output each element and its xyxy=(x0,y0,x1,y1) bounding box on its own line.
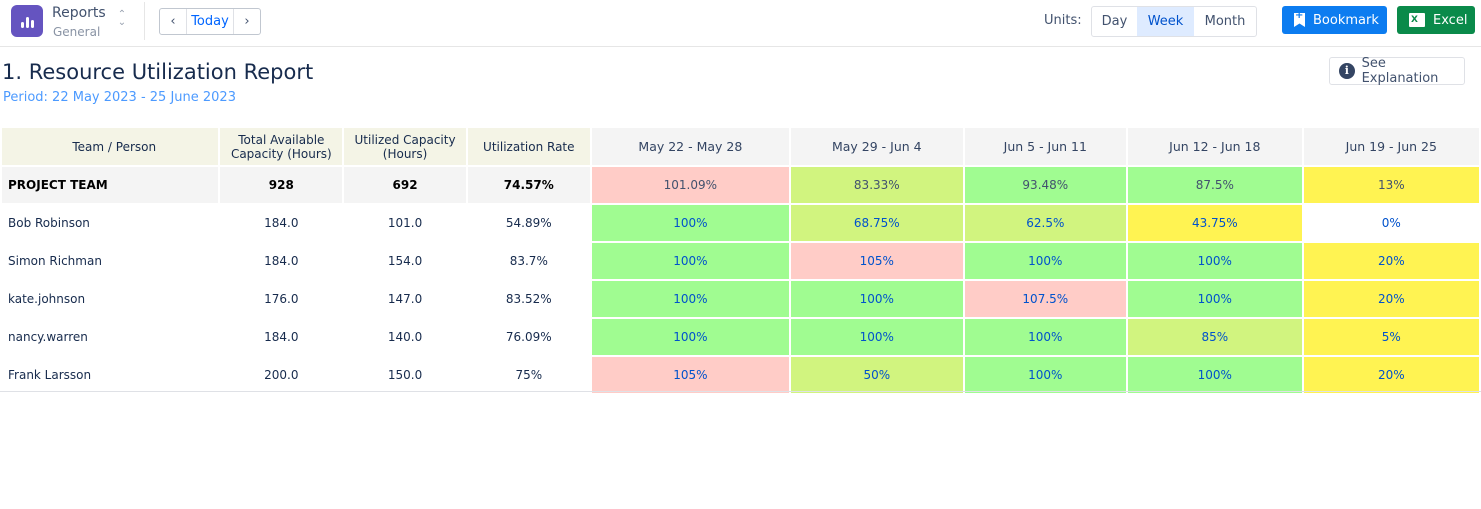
row-name: Simon Richman xyxy=(8,254,102,268)
header-team-person[interactable]: Team / Person xyxy=(2,128,219,165)
units-selector: Day Week Month xyxy=(1091,6,1257,37)
week-utilization-cell[interactable]: 62.5% xyxy=(964,205,1127,241)
week-utilization-cell[interactable]: 100% xyxy=(791,281,963,317)
utilization-rate: 76.09% xyxy=(505,330,552,344)
utilization-rate: 54.89% xyxy=(505,216,552,230)
see-explanation-button[interactable]: i See Explanation xyxy=(1329,56,1465,86)
total-capacity: 176.0 xyxy=(264,292,299,306)
total-capacity: 200.0 xyxy=(264,368,299,382)
week-utilization-cell[interactable]: 100% xyxy=(791,319,963,355)
week-utilization-cell[interactable]: 5% xyxy=(1303,319,1479,355)
week-utilization-cell[interactable]: 101.09% xyxy=(591,167,790,203)
utilized-capacity: 140.0 xyxy=(387,330,423,344)
utilized-capacity: 150.0 xyxy=(387,368,423,382)
table-header-row: Team / Person Total Available Capacity (… xyxy=(2,128,1479,165)
week-utilization-cell[interactable]: 107.5% xyxy=(964,281,1127,317)
week-utilization-cell[interactable]: 20% xyxy=(1303,357,1479,393)
table-bottom-border xyxy=(0,391,1481,392)
week-utilization-cell[interactable]: 100% xyxy=(591,281,790,317)
week-utilization-cell[interactable]: 0% xyxy=(1303,205,1479,241)
units-week-button[interactable]: Week xyxy=(1137,7,1194,36)
week-utilization-cell[interactable]: 87.5% xyxy=(1128,167,1302,203)
utilized-capacity: 101.0 xyxy=(387,216,423,230)
person-row: nancy.warren 184.0 140.0 76.09% 100% 100% 100%… xyxy=(2,319,1479,355)
week-utilization-cell[interactable]: 83.33% xyxy=(791,167,963,203)
header-utilization-rate[interactable]: Utilization Rate xyxy=(467,128,590,165)
today-button[interactable]: Today xyxy=(186,9,234,34)
week-utilization-cell[interactable]: 100% xyxy=(1128,281,1302,317)
bookmark-label: Bookmark xyxy=(1313,12,1379,28)
week-utilization-cell[interactable]: 20% xyxy=(1303,243,1479,279)
excel-icon: X xyxy=(1409,13,1425,27)
bar-chart-icon[interactable] xyxy=(11,5,43,37)
week-utilization-cell[interactable]: 68.75% xyxy=(791,205,963,241)
header-week[interactable]: May 22 - May 28 xyxy=(591,128,790,165)
header-week[interactable]: Jun 19 - Jun 25 xyxy=(1303,128,1479,165)
row-name: Frank Larsson xyxy=(8,368,92,382)
utilization-rate: 83.7% xyxy=(509,254,548,268)
header-week[interactable]: Jun 5 - Jun 11 xyxy=(964,128,1127,165)
chevron-left-icon[interactable]: ‹ xyxy=(160,9,186,34)
utilization-table: Team / Person Total Available Capacity (… xyxy=(0,126,1481,395)
utilization-rate: 74.57% xyxy=(467,167,590,203)
utilized-capacity: 154.0 xyxy=(387,254,423,268)
excel-label: Excel xyxy=(1433,12,1468,28)
week-utilization-cell[interactable]: 100% xyxy=(591,205,790,241)
row-name: Bob Robinson xyxy=(8,216,90,230)
person-row: kate.johnson 176.0 147.0 83.52% 100% 100% 107.… xyxy=(2,281,1479,317)
week-utilization-cell[interactable]: 20% xyxy=(1303,281,1479,317)
total-capacity: 184.0 xyxy=(264,254,299,268)
week-utilization-cell[interactable]: 93.48% xyxy=(964,167,1127,203)
week-utilization-cell[interactable]: 100% xyxy=(964,243,1127,279)
info-icon: i xyxy=(1339,63,1355,79)
week-utilization-cell[interactable]: 105% xyxy=(591,357,790,393)
report-period: Period: 22 May 2023 - 25 June 2023 xyxy=(3,90,236,105)
week-utilization-cell[interactable]: 85% xyxy=(1128,319,1302,355)
week-utilization-cell[interactable]: 43.75% xyxy=(1128,205,1302,241)
excel-export-button[interactable]: X Excel xyxy=(1397,6,1475,34)
report-title: 1. Resource Utilization Report xyxy=(2,60,314,84)
week-utilization-cell[interactable]: 100% xyxy=(591,243,790,279)
utilization-rate: 83.52% xyxy=(505,292,552,306)
bookmark-icon xyxy=(1294,13,1305,27)
date-navigation: ‹ Today › xyxy=(159,8,261,35)
bookmark-button[interactable]: Bookmark xyxy=(1282,6,1387,34)
team-row: PROJECT TEAM 928 692 74.57% 101.09% 83.33% 93.… xyxy=(2,167,1479,203)
week-utilization-cell[interactable]: 13% xyxy=(1303,167,1479,203)
total-capacity: 928 xyxy=(220,167,343,203)
utilized-capacity: 692 xyxy=(344,167,466,203)
header-total-capacity[interactable]: Total Available Capacity (Hours) xyxy=(220,128,343,165)
week-utilization-cell[interactable]: 105% xyxy=(791,243,963,279)
app-subtitle: General xyxy=(53,25,101,39)
units-label: Units: xyxy=(1044,13,1082,28)
app-name[interactable]: Reports xyxy=(52,5,106,21)
row-name: nancy.warren xyxy=(8,330,88,344)
week-utilization-cell[interactable]: 100% xyxy=(964,319,1127,355)
row-name: PROJECT TEAM xyxy=(2,167,219,203)
person-row: Frank Larsson 200.0 150.0 75% 105% 50% 100% 100… xyxy=(2,357,1479,393)
chevron-up-down-icon[interactable]: ⌃ ⌄ xyxy=(116,10,128,31)
see-explanation-label: See Explanation xyxy=(1361,56,1439,86)
units-day-button[interactable]: Day xyxy=(1092,7,1137,36)
header-week[interactable]: Jun 12 - Jun 18 xyxy=(1128,128,1302,165)
chevron-right-icon[interactable]: › xyxy=(234,9,260,34)
total-capacity: 184.0 xyxy=(264,216,299,230)
row-name: kate.johnson xyxy=(8,292,86,306)
units-month-button[interactable]: Month xyxy=(1194,7,1256,36)
divider xyxy=(144,2,145,40)
header-utilized-capacity[interactable]: Utilized Capacity (Hours) xyxy=(344,128,466,165)
header-week[interactable]: May 29 - Jun 4 xyxy=(791,128,963,165)
utilization-rate: 75% xyxy=(515,368,543,382)
person-row: Simon Richman 184.0 154.0 83.7% 100% 105% 100%… xyxy=(2,243,1479,279)
person-row: Bob Robinson 184.0 101.0 54.89% 100% 68.75% 62… xyxy=(2,205,1479,241)
week-utilization-cell[interactable]: 100% xyxy=(591,319,790,355)
week-utilization-cell[interactable]: 100% xyxy=(1128,243,1302,279)
top-toolbar: Reports General ⌃ ⌄ ‹ Today › Units: Day … xyxy=(0,0,1481,47)
week-utilization-cell[interactable]: 100% xyxy=(1128,357,1302,393)
week-utilization-cell[interactable]: 100% xyxy=(964,357,1127,393)
week-utilization-cell[interactable]: 50% xyxy=(791,357,963,393)
utilized-capacity: 147.0 xyxy=(387,292,423,306)
total-capacity: 184.0 xyxy=(264,330,299,344)
